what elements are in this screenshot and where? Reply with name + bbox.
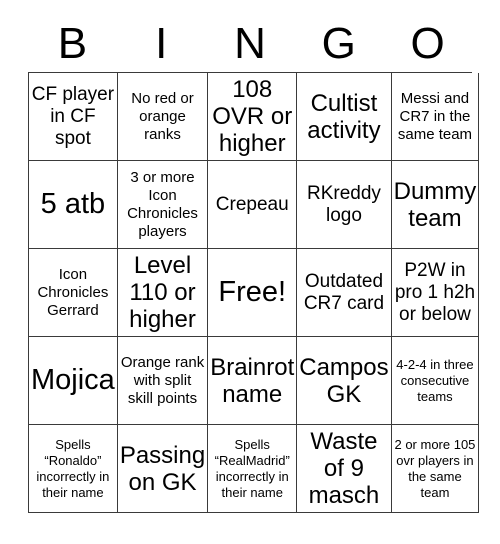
bingo-cell-label: Level 110 or higher	[129, 252, 196, 333]
bingo-cell-label: 5 atb	[40, 188, 106, 220]
bingo-cell[interactable]: Dummy team	[391, 161, 480, 249]
bingo-header: B I N G O	[28, 0, 472, 70]
bingo-cell[interactable]: Orange rank with split skill points	[117, 337, 209, 425]
bingo-cell-label: Dummy team	[393, 177, 477, 232]
bingo-cell-label: RKreddy logo	[306, 182, 381, 226]
bingo-cell[interactable]: 4-2-4 in three consecutive teams	[391, 337, 480, 425]
bingo-header-letter-b: B	[57, 19, 88, 68]
bingo-card: B I N G O CF player in CF spot No red or …	[0, 0, 500, 544]
bingo-cell[interactable]: 5 atb	[29, 161, 118, 249]
bingo-header-letter-o: O	[410, 19, 445, 68]
bingo-cell-label: Messi and CR7 in the same team	[397, 89, 473, 143]
bingo-cell-label: Free!	[218, 276, 287, 308]
bingo-cell[interactable]: CF player in CF spot	[29, 73, 118, 161]
bingo-cell[interactable]: Brainrot name	[208, 337, 298, 425]
bingo-cell-label: Cultist activity	[307, 89, 381, 144]
bingo-cell[interactable]: Spells “Ronaldo” incorrectly in their na…	[29, 425, 118, 513]
bingo-cell-label: 2 or more 105 ovr players in the same te…	[394, 436, 476, 500]
bingo-cell-label: Campos GK	[299, 353, 389, 408]
bingo-cell-label: Outdated CR7 card	[303, 270, 385, 314]
bingo-cell-label: Mojica	[31, 364, 115, 396]
bingo-cell-label: 108 OVR or higher	[212, 76, 293, 157]
bingo-header-letter-g: G	[321, 19, 356, 68]
bingo-cell-label: No red or orange ranks	[131, 89, 194, 143]
bingo-cell-label: Orange rank with split skill points	[120, 353, 205, 407]
bingo-cell[interactable]: Messi and CR7 in the same team	[391, 73, 480, 161]
bingo-cell[interactable]: Mojica	[29, 337, 118, 425]
bingo-cell[interactable]: Campos GK	[297, 337, 392, 425]
bingo-cell-label: 4-2-4 in three consecutive teams	[396, 356, 474, 404]
bingo-cell[interactable]: Icon Chronicles Gerrard	[29, 249, 118, 337]
bingo-cell[interactable]: P2W in pro 1 h2h or below	[391, 249, 480, 337]
bingo-cell-label: Icon Chronicles Gerrard	[37, 265, 109, 319]
bingo-cell-label: Brainrot name	[210, 353, 295, 408]
bingo-cell-label: Passing on GK	[119, 441, 206, 496]
bingo-header-letter-i: I	[155, 19, 168, 68]
bingo-cell[interactable]: 108 OVR or higher	[208, 73, 298, 161]
bingo-cell-label: CF player in CF spot	[31, 83, 115, 149]
bingo-cell[interactable]: No red or orange ranks	[117, 73, 209, 161]
bingo-header-letter-n: N	[234, 19, 266, 68]
bingo-cell-label: 3 or more Icon Chronicles players	[127, 168, 198, 240]
bingo-cell[interactable]: Crepeau	[208, 161, 298, 249]
bingo-cell-label: Spells “Ronaldo” incorrectly in their na…	[36, 436, 110, 500]
bingo-cell-label: Waste of 9 masch	[308, 428, 380, 509]
bingo-cell[interactable]: Waste of 9 masch	[297, 425, 392, 513]
bingo-cell-label: Spells “RealMadrid” incorrectly in their…	[214, 436, 290, 500]
bingo-cell[interactable]: Cultist activity	[297, 73, 392, 161]
bingo-cell[interactable]: 3 or more Icon Chronicles players	[117, 161, 209, 249]
bingo-cell[interactable]: 2 or more 105 ovr players in the same te…	[391, 425, 480, 513]
bingo-cell[interactable]: Passing on GK	[117, 425, 209, 513]
bingo-cell[interactable]: Spells “RealMadrid” incorrectly in their…	[208, 425, 298, 513]
bingo-free-cell[interactable]: Free!	[208, 249, 298, 337]
bingo-cell-label: P2W in pro 1 h2h or below	[394, 259, 476, 325]
bingo-cell[interactable]: Outdated CR7 card	[297, 249, 392, 337]
bingo-cell-label: Crepeau	[215, 193, 289, 215]
bingo-cell[interactable]: Level 110 or higher	[117, 249, 209, 337]
bingo-grid: CF player in CF spot No red or orange ran…	[28, 72, 480, 513]
bingo-cell[interactable]: RKreddy logo	[297, 161, 392, 249]
